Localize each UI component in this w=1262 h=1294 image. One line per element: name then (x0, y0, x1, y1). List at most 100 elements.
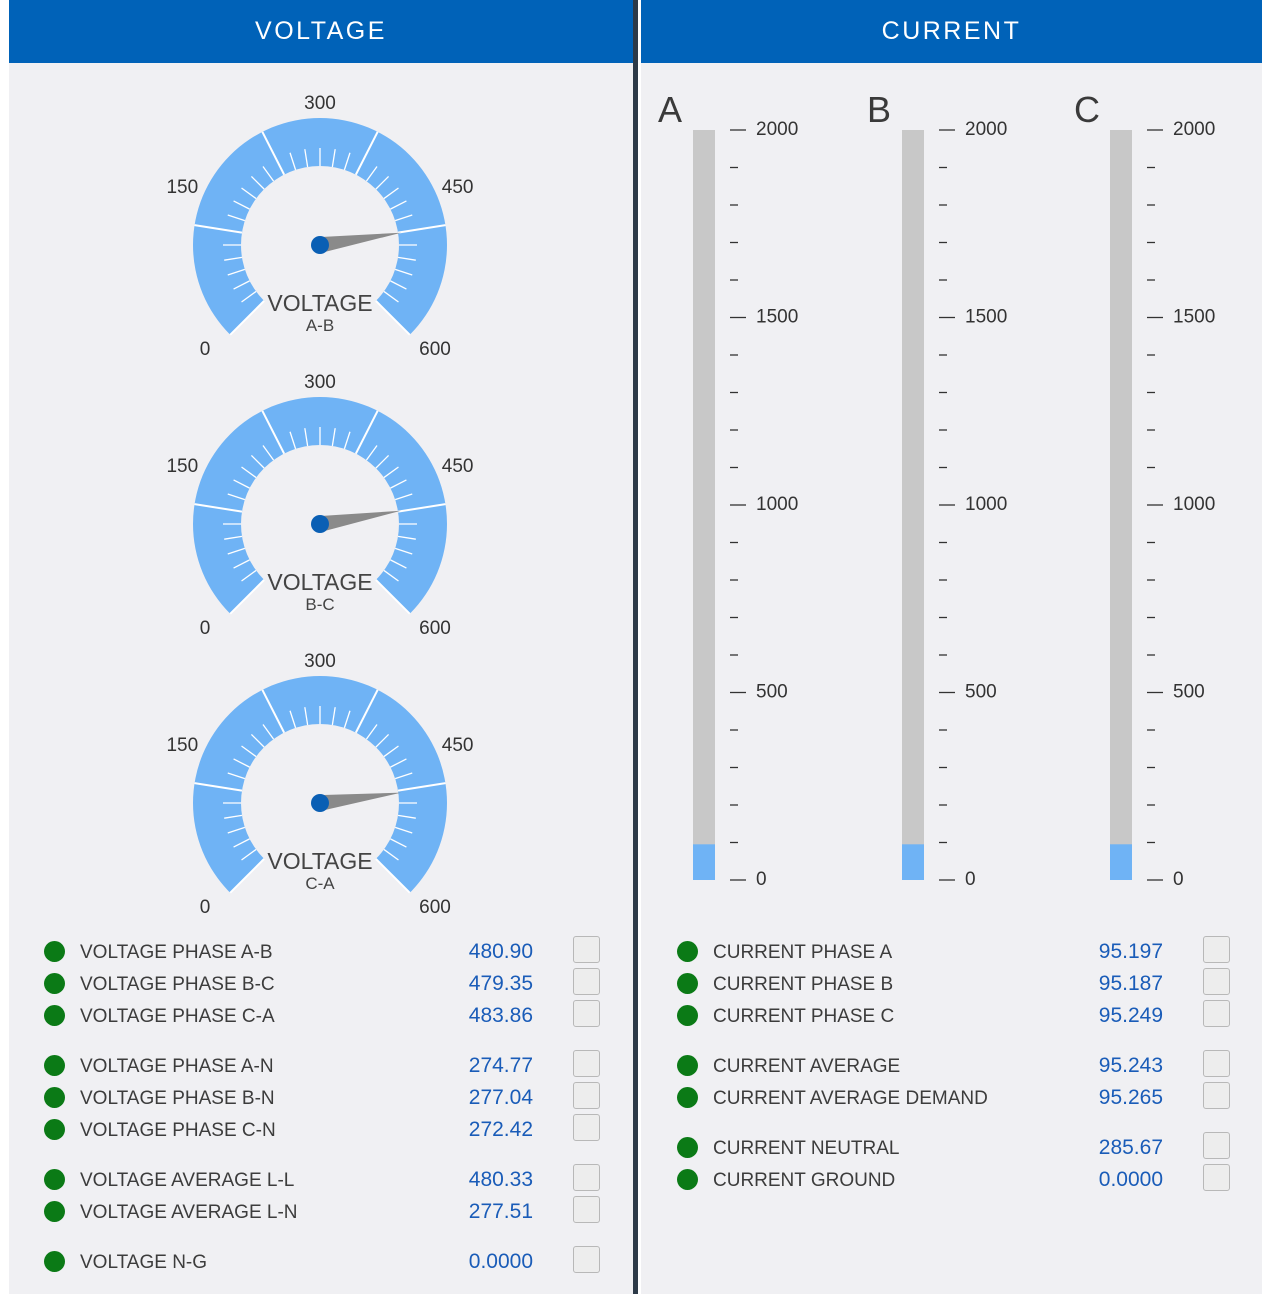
reading-label: CURRENT GROUND (713, 1170, 896, 1191)
reading-checkbox[interactable] (573, 968, 600, 995)
status-dot-icon (44, 1169, 65, 1190)
gauge-needle (318, 510, 401, 532)
voltage-gauge-c-a: 0 150 300 450 600 VOLTAGEC-A (166, 651, 473, 916)
reading-checkbox[interactable] (573, 1114, 600, 1141)
reading-checkbox[interactable] (1203, 1050, 1230, 1077)
reading-checkbox[interactable] (1203, 1082, 1230, 1109)
bar-tick-label: 2000 (756, 119, 798, 140)
bar-tick-label: 2000 (1173, 119, 1215, 140)
current-reading-row: CURRENT PHASE B 95.187 (677, 968, 1231, 1000)
reading-checkbox[interactable] (573, 1164, 600, 1191)
status-dot-icon (44, 941, 65, 962)
voltage-reading-row: VOLTAGE PHASE B-C 479.35 (44, 968, 600, 1000)
status-dot-icon (677, 941, 698, 962)
reading-label: VOLTAGE PHASE A-B (80, 942, 273, 963)
gauge-tick-label: 150 (166, 735, 198, 756)
status-dot-icon (44, 1119, 65, 1140)
bar-tick-label: 1000 (756, 494, 798, 515)
voltage-reading-row: VOLTAGE PHASE C-A 483.86 (44, 1000, 600, 1032)
reading-value: 277.51 (468, 1200, 533, 1223)
voltage-reading-row: VOLTAGE PHASE A-N 274.77 (44, 1050, 600, 1082)
reading-label: CURRENT PHASE A (713, 942, 893, 963)
gauge-tick-label: 150 (166, 177, 198, 198)
voltage-header: VOLTAGE (9, 0, 633, 63)
status-dot-icon (677, 1087, 698, 1108)
reading-checkbox[interactable] (573, 1000, 600, 1027)
current-panel: CURRENT A 2000 1500 1000 500 0 B 2000 1500 1000 50… (641, 0, 1262, 1294)
reading-value: 480.33 (468, 1168, 533, 1191)
current-reading-row: CURRENT AVERAGE 95.243 (677, 1050, 1231, 1082)
bar-tick-label: 1000 (1173, 494, 1215, 515)
reading-checkbox[interactable] (573, 936, 600, 963)
reading-checkbox[interactable] (1203, 1000, 1230, 1027)
reading-checkbox[interactable] (1203, 936, 1230, 963)
reading-label: VOLTAGE PHASE B-N (80, 1088, 275, 1109)
bar-tick-label: 500 (756, 682, 788, 703)
reading-label: CURRENT PHASE B (713, 974, 894, 995)
bar-fill (902, 844, 924, 880)
voltage-gauge-a-b: 0 150 300 450 600 VOLTAGEA-B (166, 93, 473, 358)
gauge-tick-label: 600 (419, 618, 451, 637)
status-dot-icon (677, 1005, 698, 1026)
bar-tick-label: 1500 (756, 307, 798, 328)
status-dot-icon (677, 1055, 698, 1076)
reading-checkbox[interactable] (1203, 1164, 1230, 1191)
current-bar-c: C 2000 1500 1000 500 0 (1074, 89, 1215, 890)
bar-tick-label: 1000 (965, 494, 1007, 515)
reading-value: 272.42 (468, 1118, 533, 1141)
current-reading-row: CURRENT GROUND 0.0000 (677, 1164, 1231, 1196)
current-bar-b: B 2000 1500 1000 500 0 (867, 89, 1007, 890)
status-dot-icon (677, 973, 698, 994)
reading-value: 483.86 (468, 1004, 533, 1027)
voltage-panel: VOLTAGE 0 150 300 450 600 VOLTAGE A-B 0 150 300 45… (9, 0, 633, 1294)
current-bar-a: A 2000 1500 1000 500 0 (658, 89, 798, 890)
gauge-tick-label: 600 (419, 897, 451, 916)
panel-divider (633, 0, 638, 1294)
status-dot-icon (677, 1169, 698, 1190)
reading-label: VOLTAGE PHASE A-N (80, 1056, 274, 1077)
reading-label: VOLTAGE PHASE C-A (80, 1006, 275, 1027)
reading-checkbox[interactable] (1203, 1132, 1230, 1159)
bar-track (902, 130, 924, 880)
reading-value: 95.197 (1098, 940, 1163, 963)
reading-value: 0.0000 (1098, 1168, 1163, 1191)
reading-checkbox[interactable] (573, 1050, 600, 1077)
reading-checkbox[interactable] (1203, 968, 1230, 995)
reading-value: 285.67 (1098, 1136, 1163, 1159)
current-reading-row: CURRENT PHASE A 95.197 (677, 936, 1231, 968)
gauge-tick-label: 0 (200, 897, 211, 916)
reading-checkbox[interactable] (573, 1082, 600, 1109)
voltage-reading-row: VOLTAGE AVERAGE L-L 480.33 (44, 1164, 600, 1196)
reading-label: CURRENT PHASE C (713, 1006, 895, 1027)
bar-tick-label: 0 (1173, 869, 1184, 890)
reading-label: VOLTAGE PHASE C-N (80, 1120, 276, 1141)
bar-track (1110, 130, 1132, 880)
reading-label: VOLTAGE PHASE B-C (80, 974, 275, 995)
status-dot-icon (44, 1055, 65, 1076)
current-reading-row: CURRENT PHASE C 95.249 (677, 1000, 1231, 1032)
bar-tick-label: 2000 (965, 119, 1007, 140)
voltage-reading-row: VOLTAGE PHASE A-B 480.90 (44, 936, 600, 968)
reading-value: 479.35 (468, 972, 533, 995)
bar-tick-label: 500 (965, 682, 997, 703)
gauge-title: VOLTAGE (267, 848, 372, 874)
voltage-reading-row: VOLTAGE PHASE C-N 272.42 (44, 1114, 600, 1146)
gauge-needle (318, 792, 402, 811)
gauge-subtitle: C-A (305, 874, 335, 893)
reading-label: CURRENT AVERAGE DEMAND (713, 1088, 988, 1109)
bar-phase-label: C (1074, 89, 1100, 130)
reading-value: 274.77 (468, 1054, 533, 1077)
bar-phase-label: A (658, 89, 682, 130)
reading-value: 95.265 (1098, 1086, 1163, 1109)
bar-tick-label: 0 (756, 869, 767, 890)
reading-label: CURRENT NEUTRAL (713, 1138, 900, 1159)
gauge-tick-label: 0 (200, 339, 211, 358)
voltage-reading-row: VOLTAGE AVERAGE L-N 277.51 (44, 1196, 600, 1228)
reading-checkbox[interactable] (573, 1196, 600, 1223)
reading-value: 0.0000 (468, 1250, 533, 1273)
status-dot-icon (44, 1005, 65, 1026)
gauge-subtitle: A-B (306, 316, 334, 335)
reading-checkbox[interactable] (573, 1246, 600, 1273)
gauge-tick-label: 0 (200, 618, 211, 637)
reading-label: CURRENT AVERAGE (713, 1056, 901, 1077)
